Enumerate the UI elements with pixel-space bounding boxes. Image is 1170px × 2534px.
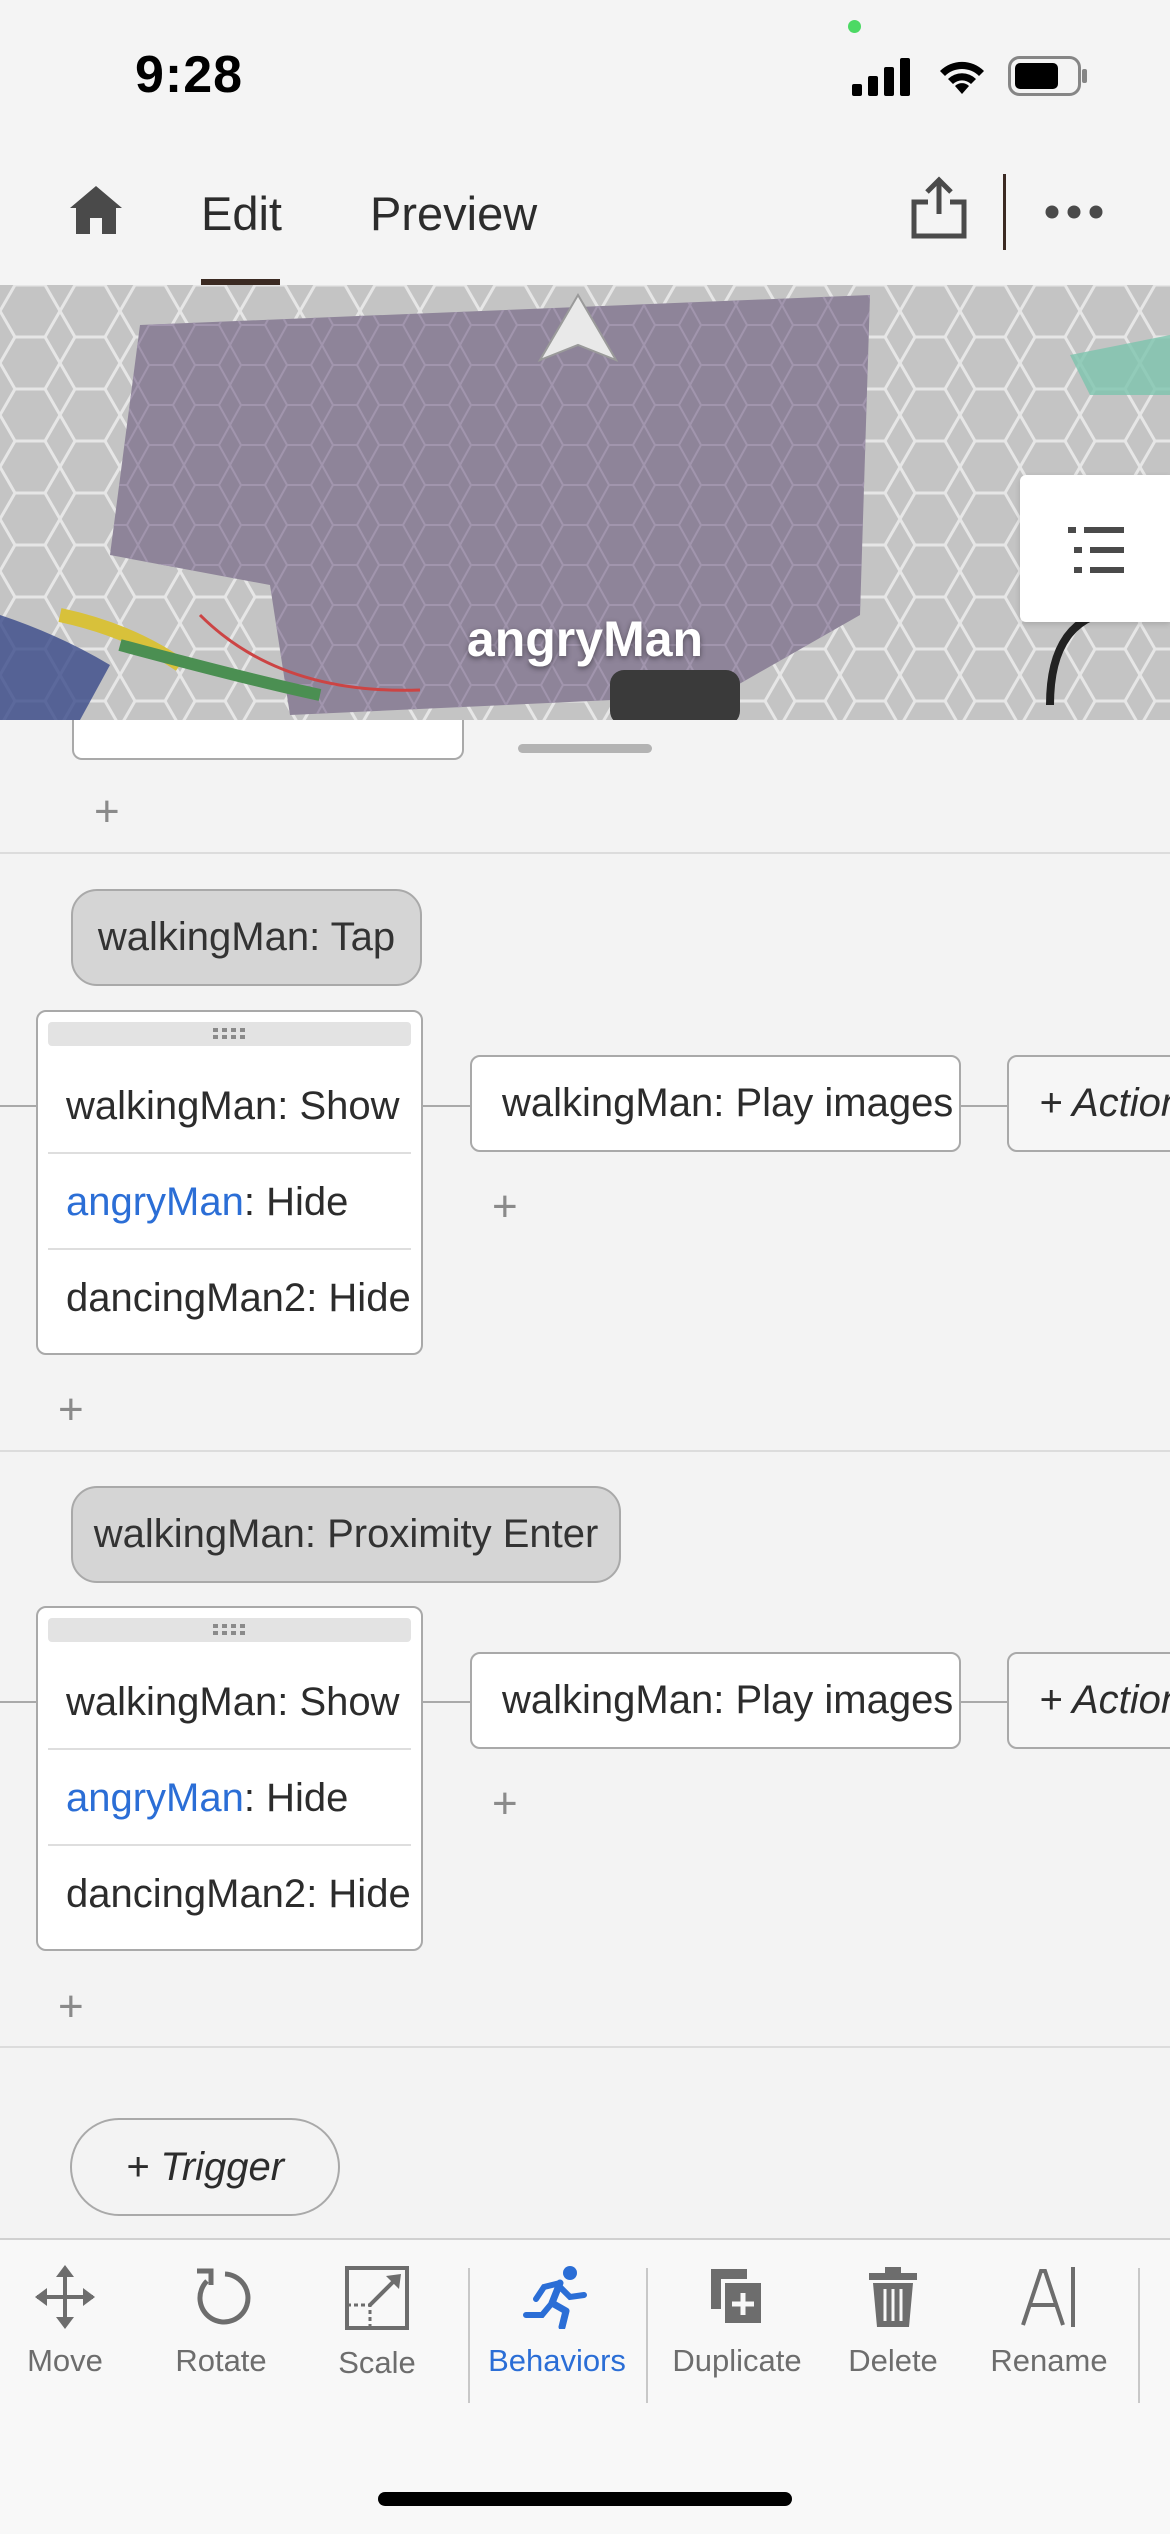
move-tool-button[interactable]: Move [0, 2265, 140, 2379]
home-icon[interactable] [68, 184, 124, 236]
behavior-separator [0, 2046, 1170, 2048]
scale-tool-button[interactable]: Scale [302, 2265, 452, 2381]
move-icon [35, 2265, 95, 2329]
add-action-plus[interactable]: + [94, 790, 120, 834]
tool-label: Move [27, 2343, 103, 2378]
connector-line [423, 1105, 470, 1107]
rename-icon [1021, 2267, 1075, 2327]
action-card[interactable]: walkingMan: Play images [470, 1055, 961, 1152]
add-action-plus[interactable]: + [58, 1388, 84, 1432]
behavior-separator [0, 1450, 1170, 1452]
grip-icon [213, 1624, 245, 1635]
connector-line [0, 1105, 36, 1107]
tool-label: Rotate [175, 2343, 267, 2378]
grip-handle[interactable] [48, 1618, 411, 1642]
more-options-icon[interactable] [1044, 204, 1104, 220]
status-time: 9:28 [135, 46, 244, 104]
top-app-bar [0, 150, 1170, 285]
tool-label: Duplicate [672, 2343, 802, 2378]
trash-icon [869, 2267, 917, 2327]
battery-icon [1008, 56, 1087, 96]
action-row[interactable]: dancingMan2: Hide [66, 1276, 411, 1321]
tab-preview[interactable]: Preview [370, 186, 537, 241]
cellular-signal-icon [852, 58, 910, 96]
row-divider [48, 1152, 411, 1154]
delete-tool-button[interactable]: Delete [818, 2265, 968, 2379]
tab-edit[interactable]: Edit [201, 186, 282, 241]
scale-icon [345, 2266, 409, 2330]
list-icon [1068, 527, 1124, 573]
action-group-card[interactable]: walkingMan: Show angryMan: Hide dancingM… [36, 1010, 423, 1355]
rotate-tool-button[interactable]: Rotate [146, 2265, 296, 2379]
row-divider [48, 1748, 411, 1750]
action-row[interactable]: angryMan: Hide [66, 1776, 348, 1821]
selected-object-label: angryMan [466, 611, 704, 667]
outline-list-button[interactable] [1020, 475, 1170, 622]
header-divider [1003, 174, 1006, 250]
share-icon[interactable] [910, 176, 968, 240]
wifi-icon [940, 61, 984, 94]
row-divider [48, 1248, 411, 1250]
tool-label: Scale [338, 2345, 416, 2380]
action-row[interactable]: angryMan: Hide [66, 1180, 348, 1225]
toolbar-divider [468, 2268, 470, 2403]
toolbar-divider [646, 2268, 648, 2403]
connector-line [961, 1105, 1007, 1107]
add-action-button[interactable]: + Action [1007, 1055, 1170, 1152]
home-indicator [378, 2492, 792, 2506]
trigger-chip[interactable]: walkingMan: Tap [71, 889, 422, 986]
grip-icon [213, 1028, 245, 1039]
rename-tool-button[interactable]: Rename [974, 2265, 1124, 2379]
connector-line [961, 1701, 1007, 1703]
grip-handle[interactable] [48, 1022, 411, 1046]
running-person-icon [523, 2266, 587, 2329]
add-sequence-action-plus[interactable]: + [492, 1782, 518, 1826]
connector-line [0, 1701, 36, 1703]
action-row[interactable]: walkingMan: Show [66, 1084, 400, 1129]
rotate-icon [197, 2268, 251, 2325]
add-action-button[interactable]: + Action [1007, 1652, 1170, 1749]
add-action-plus[interactable]: + [58, 1985, 84, 2029]
privacy-indicator-dot [848, 20, 861, 33]
previous-action-group[interactable] [72, 720, 464, 760]
action-row[interactable]: dancingMan2: Hide [66, 1872, 411, 1917]
add-trigger-button[interactable]: + Trigger [70, 2118, 340, 2216]
behaviors-tool-button[interactable]: Behaviors [482, 2265, 632, 2379]
action-card[interactable]: walkingMan: Play images [470, 1652, 961, 1749]
tool-label: Delete [848, 2343, 938, 2378]
add-sequence-action-plus[interactable]: + [492, 1185, 518, 1229]
trigger-chip[interactable]: walkingMan: Proximity Enter [71, 1486, 621, 1583]
connector-line [423, 1701, 470, 1703]
duplicate-icon [711, 2269, 765, 2327]
duplicate-tool-button[interactable]: Duplicate [662, 2265, 812, 2379]
toolbar-divider [1138, 2268, 1140, 2403]
row-divider [48, 1844, 411, 1846]
action-row[interactable]: walkingMan: Show [66, 1680, 400, 1725]
behavior-separator [0, 852, 1170, 854]
action-group-card[interactable]: walkingMan: Show angryMan: Hide dancingM… [36, 1606, 423, 1951]
panel-drag-handle[interactable] [518, 744, 652, 753]
tool-label: Behaviors [488, 2343, 626, 2378]
tool-label: Rename [990, 2343, 1108, 2378]
